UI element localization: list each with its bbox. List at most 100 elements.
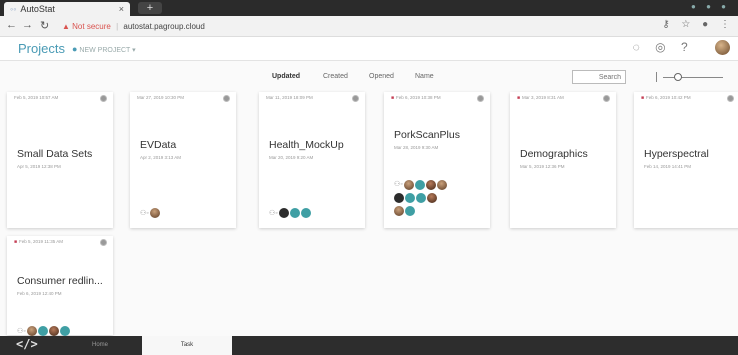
new-project-button[interactable]: ● NEW PROJECT ▾ bbox=[72, 44, 136, 54]
project-settings-icon[interactable] bbox=[100, 95, 107, 102]
member-avatar[interactable] bbox=[405, 193, 415, 204]
member-avatar[interactable] bbox=[48, 325, 59, 336]
profile-icon[interactable]: ● bbox=[702, 19, 708, 30]
key-icon[interactable]: ⚷ bbox=[662, 19, 669, 30]
project-title[interactable]: Small Data Sets bbox=[17, 148, 92, 160]
project-card[interactable]: Mar 11, 2019 18:09 PM Health_MockUp Mar 20… bbox=[259, 92, 365, 228]
project-title[interactable]: Health_MockUp bbox=[269, 139, 344, 151]
project-updated-date: Mar 11, 2019 18:09 PM bbox=[266, 95, 313, 100]
bottom-nav: </> Home Task bbox=[0, 336, 738, 355]
sort-created[interactable]: Created bbox=[323, 73, 348, 80]
member-avatar[interactable] bbox=[149, 207, 160, 218]
sort-opened[interactable]: Opened bbox=[369, 73, 394, 80]
help-icon[interactable]: ? bbox=[681, 40, 688, 54]
lock-icon: ■ bbox=[517, 95, 521, 101]
window-controls[interactable]: ● ● ● bbox=[691, 2, 730, 11]
project-updated-date: ■ Feb 6, 2019 10:38 PM bbox=[391, 95, 441, 101]
project-created-date: Mar 28, 2019 9:30 AM bbox=[394, 145, 439, 150]
warning-icon: ▲ bbox=[62, 22, 70, 31]
project-date-text: Feb 5, 2019 10:57 AM bbox=[14, 95, 59, 100]
user-avatar[interactable] bbox=[703, 40, 730, 56]
project-settings-icon[interactable] bbox=[352, 95, 359, 102]
browser-actions: ⚷ ☆ ● ⋮ bbox=[653, 19, 730, 30]
member-avatar[interactable] bbox=[436, 179, 447, 190]
sort-name[interactable]: Name bbox=[415, 73, 434, 80]
bookmark-star-icon[interactable]: ☆ bbox=[681, 19, 690, 30]
settings-icon[interactable]: ◎ bbox=[655, 40, 665, 54]
member-avatar[interactable] bbox=[405, 206, 415, 217]
new-tab-button[interactable]: + bbox=[138, 2, 162, 14]
members-icon[interactable]: ⚇◦ bbox=[394, 178, 403, 191]
project-settings-icon[interactable] bbox=[223, 95, 230, 102]
member-avatar[interactable] bbox=[278, 207, 289, 218]
project-date-text: Mar 11, 2019 18:09 PM bbox=[266, 95, 313, 100]
close-tab-icon[interactable]: × bbox=[119, 2, 124, 16]
project-members: ⚇◦ bbox=[394, 178, 454, 217]
forward-icon[interactable]: → bbox=[22, 19, 33, 31]
project-created-date: Mar 5, 2019 12:36 PM bbox=[520, 164, 565, 169]
app-header: Projects ● NEW PROJECT ▾ ◌ ◎ ? bbox=[0, 37, 738, 61]
project-created-date: Feb 6, 2019 12:40 PM bbox=[17, 291, 62, 296]
address-bar: ← → ↻ ▲ Not secure | autostat.pagroup.cl… bbox=[0, 16, 738, 37]
members-icon[interactable]: ⚇◦ bbox=[269, 209, 278, 217]
project-date-text: Feb 6, 2019 10:42 PM bbox=[646, 95, 691, 100]
project-title[interactable]: Hyperspectral bbox=[644, 148, 709, 160]
browser-tab-bar: ◦◦ AutoStat × + ● ● ● bbox=[0, 0, 738, 16]
member-avatar[interactable] bbox=[37, 325, 48, 336]
page-title: Projects bbox=[18, 41, 65, 56]
chevron-down-icon: ▾ bbox=[132, 47, 136, 54]
project-card[interactable]: ■ Feb 6, 2019 10:38 PM PorkScanPlus Mar 28,… bbox=[384, 92, 490, 228]
member-avatar[interactable] bbox=[414, 179, 425, 190]
url-text: autostat.pagroup.cloud bbox=[123, 22, 205, 31]
project-title[interactable]: Consumer redlin... bbox=[17, 275, 103, 287]
notifications-icon[interactable]: ◌ bbox=[633, 40, 640, 54]
sort-bar: Updated Created Opened Name bbox=[0, 66, 738, 88]
project-title[interactable]: EVData bbox=[140, 139, 176, 151]
url-field[interactable]: ▲ Not secure | autostat.pagroup.cloud bbox=[62, 19, 482, 34]
project-members: ⚇◦ bbox=[17, 322, 71, 336]
members-icon[interactable]: ⚇◦ bbox=[17, 327, 26, 335]
zoom-slider-min-icon bbox=[656, 72, 657, 82]
project-title[interactable]: Demographics bbox=[520, 148, 588, 160]
project-members: ⚇◦ bbox=[140, 204, 161, 218]
project-settings-icon[interactable] bbox=[477, 95, 484, 102]
members-icon[interactable]: ⚇◦ bbox=[140, 209, 149, 217]
browser-tab[interactable]: ◦◦ AutoStat × bbox=[4, 2, 130, 16]
member-avatar[interactable] bbox=[394, 206, 404, 217]
member-avatar[interactable] bbox=[59, 325, 70, 336]
browser-menu-icon[interactable]: ⋮ bbox=[720, 19, 730, 30]
project-settings-icon[interactable] bbox=[603, 95, 610, 102]
member-avatar[interactable] bbox=[289, 207, 300, 218]
reload-icon[interactable]: ↻ bbox=[40, 19, 49, 32]
tab-task[interactable]: Task bbox=[142, 336, 232, 355]
project-card[interactable]: ■ Feb 6, 2019 10:42 PM Hyperspectral Feb 14… bbox=[634, 92, 738, 228]
zoom-slider-track[interactable] bbox=[663, 77, 723, 78]
member-avatar[interactable] bbox=[425, 179, 436, 190]
avatar bbox=[715, 40, 730, 56]
project-created-date: Apr 5, 2019 12:38 PM bbox=[17, 164, 61, 169]
member-avatar[interactable] bbox=[416, 193, 426, 204]
project-date-text: Mar 3, 2019 8:31 AM bbox=[522, 95, 564, 100]
project-settings-icon[interactable] bbox=[727, 95, 734, 102]
project-created-date: Feb 14, 2019 14:41 PM bbox=[644, 164, 692, 169]
project-created-date: Apr 2, 2019 3:13 AM bbox=[140, 155, 182, 160]
member-avatar[interactable] bbox=[403, 179, 414, 190]
member-avatar[interactable] bbox=[26, 325, 37, 336]
member-avatar[interactable] bbox=[427, 193, 437, 204]
sort-updated[interactable]: Updated bbox=[272, 73, 300, 80]
project-settings-icon[interactable] bbox=[100, 239, 107, 246]
project-title[interactable]: PorkScanPlus bbox=[394, 129, 460, 141]
project-created-date: Mar 20, 2019 9:20 AM bbox=[269, 155, 314, 160]
zoom-slider-handle[interactable] bbox=[674, 73, 682, 81]
app-logo[interactable]: </> bbox=[16, 337, 38, 351]
search-input[interactable] bbox=[572, 70, 626, 84]
favicon-icon: ◦◦ bbox=[10, 4, 17, 14]
member-avatar[interactable] bbox=[394, 193, 404, 204]
back-icon[interactable]: ← bbox=[6, 19, 17, 31]
project-card[interactable]: ■ Feb 5, 2019 11:35 AM Consumer redlin... F… bbox=[7, 236, 113, 336]
member-avatar[interactable] bbox=[300, 207, 311, 218]
project-card[interactable]: ■ Mar 3, 2019 8:31 AM Demographics Mar 5, 2… bbox=[510, 92, 616, 228]
project-card[interactable]: Mar 27, 2019 10:30 PM EVData Apr 2, 2019 3… bbox=[130, 92, 236, 228]
tab-home[interactable]: Home bbox=[58, 336, 142, 355]
project-card[interactable]: Feb 5, 2019 10:57 AM Small Data Sets Apr 5… bbox=[7, 92, 113, 228]
